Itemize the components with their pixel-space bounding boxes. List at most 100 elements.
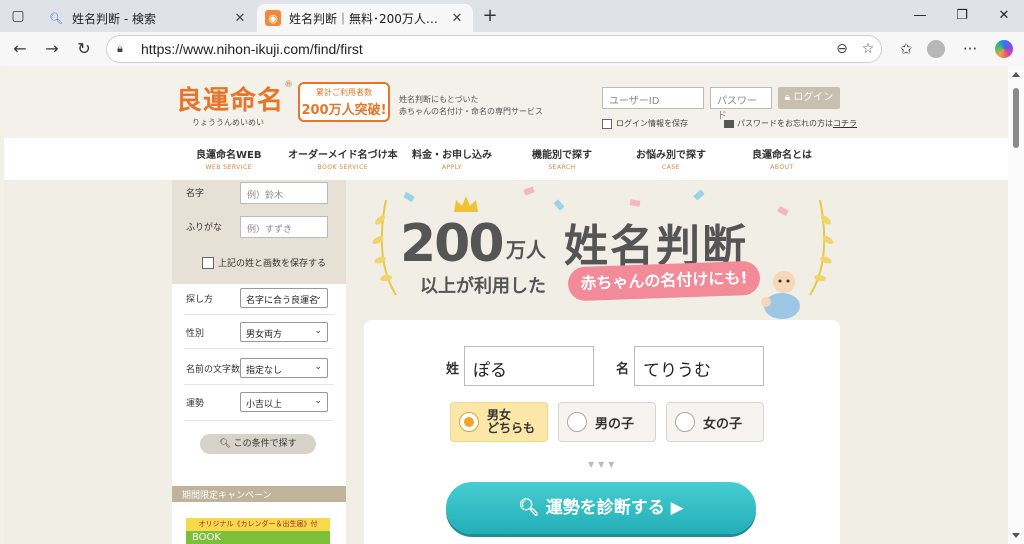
diagnose-button[interactable]: 🔍︎ 運勢を診断する ▶ [446, 482, 756, 534]
gender-option-both[interactable]: 男女 どちらも [450, 402, 548, 442]
method-select[interactable]: 名字に合う良運名 ⌄ [240, 288, 328, 308]
gender-girl-label: 女の子 [703, 416, 743, 432]
radio-unselected[interactable] [675, 412, 695, 432]
name-diagnosis-form: 姓 ぽる 名 てりうむ 男女 どちらも 男の子 女の子 ▼▼▼ 🔍︎ 運勢を診断… [364, 320, 840, 544]
site-logo[interactable]: 良運命名® りょううんめいめい [176, 80, 293, 128]
sidebar-surname-input[interactable]: 例）鈴木 [240, 182, 328, 204]
password-input[interactable]: パスワード [710, 87, 772, 122]
sidebar-search-button[interactable]: 🔍︎ この条件で探す [200, 434, 316, 454]
gender-option-girl[interactable]: 女の子 [666, 402, 764, 442]
nav-apply[interactable]: 料金・お申し込み APPLY [412, 146, 492, 171]
divider [184, 420, 334, 421]
fortune-label: 運勢 [186, 399, 205, 409]
nav-label: オーダーメイド名づけ本 [288, 150, 398, 161]
chevron-down-icon: ⌄ [314, 326, 322, 336]
nav-web-service[interactable]: 良運命名WEB WEB SERVICE [196, 146, 261, 171]
site-favicon-icon: ◉ [265, 10, 281, 26]
tab-site[interactable]: ◉ 姓名判断｜無料･200万人の実績で ✕ [257, 4, 473, 32]
close-icon[interactable]: ✕ [449, 11, 465, 26]
nav-label: 良運命名とは [752, 150, 812, 161]
sidebar-furigana-input[interactable]: 例）すずき [240, 216, 328, 238]
zoom-icon[interactable]: ⊖ [829, 41, 855, 57]
search-icon: 🔍︎ [49, 11, 63, 25]
profile-avatar[interactable] [922, 37, 950, 61]
nav-case[interactable]: お悩み別で探す CASE [636, 146, 706, 171]
play-circle-icon: ▶ [670, 498, 684, 518]
length-value: 指定なし [246, 366, 283, 376]
chevron-down-icon: ⌄ [314, 292, 322, 302]
laurel-right-icon [809, 199, 834, 296]
nav-book-service[interactable]: オーダーメイド名づけ本 BOOK SERVICE [288, 146, 398, 171]
users-badge: 累計ご利用者数 200万人突破! [298, 82, 390, 122]
remember-label: ログイン情報を保存 [616, 119, 688, 128]
save-checkbox[interactable] [202, 256, 214, 269]
scroll-up-icon[interactable] [1012, 72, 1020, 77]
nav-label: お悩み別で探す [636, 150, 706, 161]
search-button-label: この条件で探す [233, 439, 297, 449]
tab-title: 姓名判断｜無料･200万人の実績で [289, 11, 449, 26]
remember-checkbox[interactable] [602, 118, 612, 129]
nav-label: 料金・お申し込み [412, 150, 492, 161]
more-options-icon[interactable]: ··· [956, 37, 984, 61]
back-arrow-icon[interactable]: ← [8, 37, 32, 61]
confetti [693, 189, 705, 201]
badge-caption: 累計ご利用者数 [316, 88, 372, 97]
nav-search[interactable]: 機能別で探す SEARCH [532, 146, 592, 171]
laurel-left-icon [372, 199, 397, 296]
surname-input[interactable]: ぽる [464, 346, 594, 386]
sidebar-search-panel: 名字 例）鈴木 ふりがな 例）すずき 上記の姓と画数を保存する 探し方 名字に合… [172, 180, 346, 544]
userid-input[interactable]: ユーザーID [602, 87, 704, 109]
restore-icon[interactable]: ❐ [942, 4, 982, 28]
refresh-icon[interactable]: ↻ [72, 37, 96, 61]
logo-reading: りょううんめいめい [192, 118, 264, 127]
nav-sublabel: CASE [662, 164, 680, 171]
favorites-icon[interactable]: ✩ [892, 37, 920, 61]
lock-icon: 🔒︎ [117, 42, 123, 55]
nav-sublabel: WEB SERVICE [205, 164, 253, 171]
tab-search[interactable]: 🔍︎ 姓名判断 - 検索 ✕ [40, 4, 256, 32]
hero-unit: 万人 [506, 238, 546, 262]
forward-arrow-icon[interactable]: → [40, 37, 64, 61]
scroll-down-icon[interactable] [1012, 533, 1020, 538]
confetti [523, 186, 535, 196]
minimize-icon[interactable]: — [900, 4, 940, 28]
url-text[interactable]: https://www.nihon-ikuji.com/find/first [141, 41, 829, 57]
forgot-link[interactable]: コチラ [833, 119, 857, 128]
method-value: 名字に合う良運名 [246, 296, 319, 306]
nav-about[interactable]: 良運命名とは ABOUT [752, 146, 812, 171]
campaign-header: 期間限定キャンペーン [172, 486, 346, 502]
gender-value: 男女両方 [246, 330, 283, 340]
divider [184, 314, 334, 315]
diagnose-label: 運勢を診断する [545, 498, 665, 518]
page-scrollbar[interactable] [1008, 66, 1024, 544]
confetti [629, 199, 641, 207]
gender-boy-label: 男の子 [595, 416, 635, 432]
length-select[interactable]: 指定なし ⌄ [240, 358, 328, 378]
nav-label: 機能別で探す [532, 150, 592, 161]
surname-label: 姓 [446, 362, 460, 377]
radio-unselected[interactable] [567, 412, 587, 432]
site-header: 良運命名® りょううんめいめい 累計ご利用者数 200万人突破! 姓名判断にもと… [4, 66, 1008, 138]
sidebar-save-option[interactable]: 上記の姓と画数を保存する [202, 256, 326, 269]
divider [184, 348, 334, 349]
favorite-star-icon[interactable]: ☆ [855, 41, 881, 57]
login-button[interactable]: 🔒︎ ログイン [778, 87, 840, 109]
nav-label: 良運命名WEB [196, 150, 262, 161]
campaign-banner[interactable]: オリジナル《カレンダー＆出生届》付 BOOK [186, 518, 330, 544]
copilot-icon[interactable] [990, 37, 1018, 61]
address-bar[interactable]: 🔒︎ https://www.nihon-ikuji.com/find/firs… [106, 35, 882, 63]
scrollbar-thumb[interactable] [1013, 88, 1019, 148]
close-icon[interactable]: ✕ [232, 11, 248, 26]
fortune-select[interactable]: 小吉以上 ⌄ [240, 392, 328, 412]
gender-select[interactable]: 男女両方 ⌄ [240, 322, 328, 342]
forgot-password: パスワードをお忘れの方はコチラ [724, 118, 857, 129]
remember-login[interactable]: ログイン情報を保存 [602, 118, 688, 129]
new-tab-icon[interactable]: + [480, 6, 500, 26]
tab-actions-icon[interactable]: ▢ [6, 5, 30, 27]
tagline: 姓名判断にもとづいた 赤ちゃんの名付け・命名の専門サービス [399, 94, 543, 118]
gender-option-boy[interactable]: 男の子 [558, 402, 656, 442]
given-name-input[interactable]: てりうむ [634, 346, 764, 386]
divider [184, 384, 334, 385]
window-close-icon[interactable]: ✕ [984, 4, 1024, 28]
radio-selected[interactable] [459, 412, 479, 432]
